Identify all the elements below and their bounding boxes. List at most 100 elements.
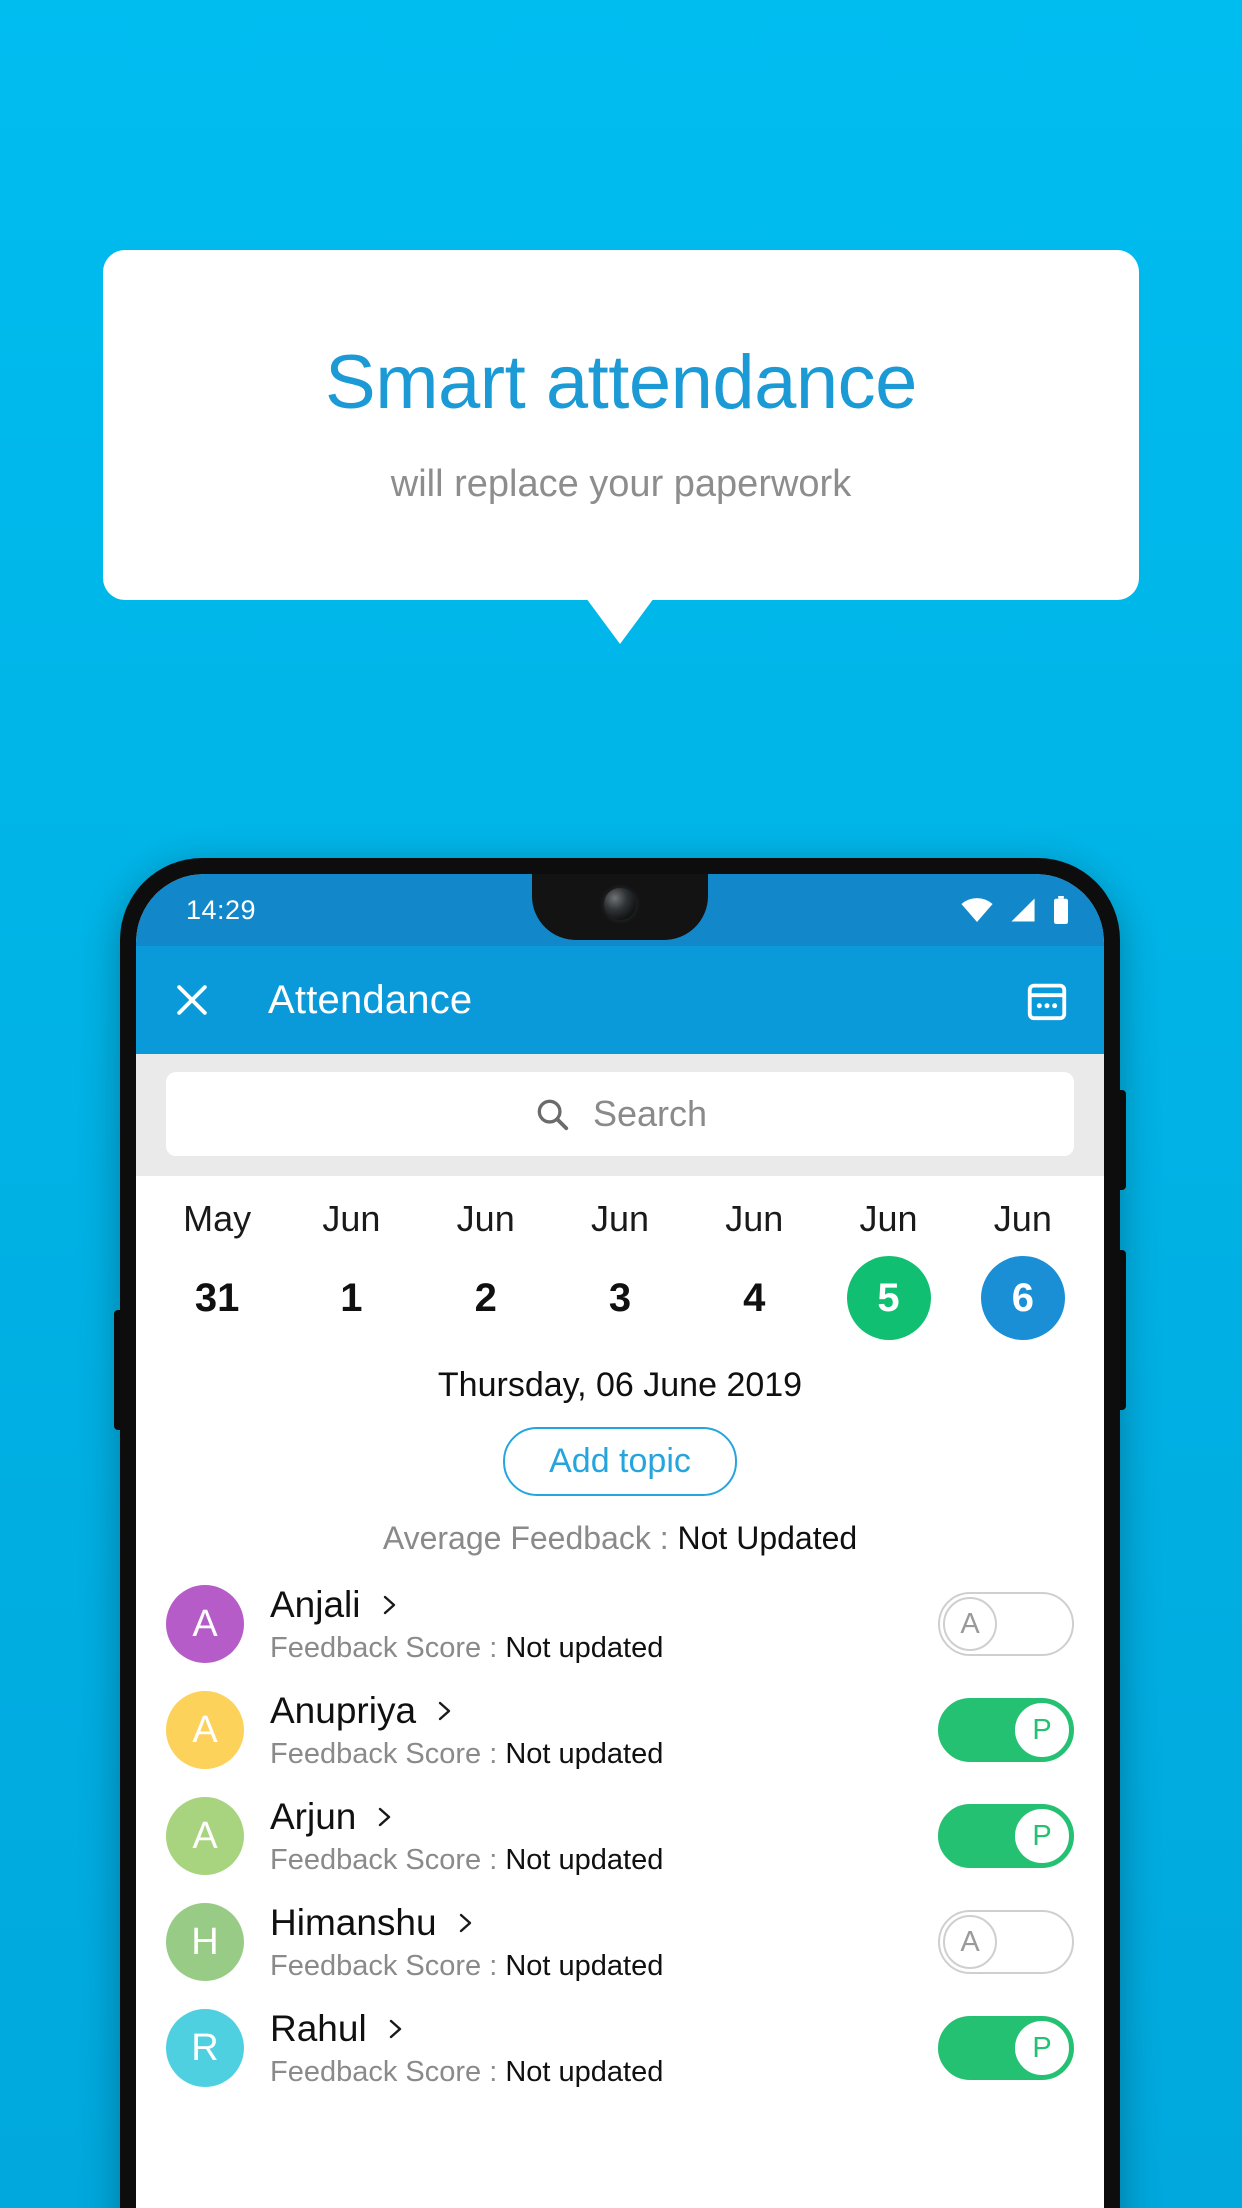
- date-day-chip[interactable]: 3: [578, 1256, 662, 1340]
- phone-screen: 14:29 Attendance Search May 31 Jun 1 Jun…: [136, 874, 1104, 2208]
- student-feedback-label: Feedback Score :: [270, 1631, 506, 1664]
- average-feedback-value: Not Updated: [677, 1520, 858, 1556]
- date-cell[interactable]: Jun 4: [687, 1198, 821, 1340]
- date-day-chip[interactable]: 31: [175, 1256, 259, 1340]
- avatar: R: [166, 2009, 244, 2087]
- student-name: Himanshu: [270, 1901, 437, 1943]
- status-bar-icons: [960, 896, 1070, 924]
- student-feedback-value: Not updated: [505, 1631, 664, 1664]
- student-feedback-value: Not updated: [505, 1843, 664, 1876]
- student-feedback: Feedback Score : Not updated: [270, 1950, 938, 1983]
- attendance-toggle-knob: A: [943, 1597, 997, 1651]
- student-name-line[interactable]: Rahul: [270, 2008, 938, 2050]
- student-info: Anjali Feedback Score : Not updated: [270, 1584, 938, 1665]
- date-day-chip[interactable]: 1: [309, 1256, 393, 1340]
- date-cell[interactable]: Jun 1: [284, 1198, 418, 1340]
- date-strip: May 31 Jun 1 Jun 2 Jun 3 Jun 4 Jun 5 Jun 6: [136, 1176, 1104, 1348]
- attendance-toggle-knob: P: [1015, 1703, 1069, 1757]
- student-info: Arjun Feedback Score : Not updated: [270, 1796, 938, 1877]
- student-name: Rahul: [270, 2007, 367, 2049]
- date-cell[interactable]: Jun 3: [553, 1198, 687, 1340]
- student-feedback-label: Feedback Score :: [270, 1949, 506, 1982]
- app-bar: Attendance: [136, 946, 1104, 1054]
- date-month-label: Jun: [993, 1198, 1052, 1239]
- date-month-label: Jun: [322, 1198, 381, 1239]
- add-topic-row: Add topic: [136, 1427, 1104, 1496]
- attendance-toggle-knob: P: [1015, 1809, 1069, 1863]
- student-row[interactable]: A Arjun Feedback Score : Not updated P: [136, 1783, 1104, 1889]
- close-icon[interactable]: [170, 978, 214, 1022]
- date-month-label: Jun: [456, 1198, 515, 1239]
- date-cell[interactable]: May 31: [150, 1198, 284, 1340]
- student-name-line[interactable]: Anjali: [270, 1584, 938, 1626]
- average-feedback: Average Feedback : Not Updated: [136, 1520, 1104, 1557]
- student-row[interactable]: R Rahul Feedback Score : Not updated P: [136, 1995, 1104, 2101]
- student-row[interactable]: H Himanshu Feedback Score : Not updated A: [136, 1889, 1104, 1995]
- student-name-line[interactable]: Arjun: [270, 1796, 938, 1838]
- date-cell[interactable]: Jun 6: [956, 1198, 1090, 1340]
- avatar: A: [166, 1691, 244, 1769]
- student-feedback: Feedback Score : Not updated: [270, 1844, 938, 1877]
- promo-speech-bubble: Smart attendance will replace your paper…: [103, 250, 1139, 600]
- avatar: A: [166, 1585, 244, 1663]
- add-topic-button[interactable]: Add topic: [503, 1427, 737, 1496]
- promo-headline: Smart attendance: [325, 339, 917, 425]
- student-row[interactable]: A Anupriya Feedback Score : Not updated P: [136, 1677, 1104, 1783]
- student-feedback: Feedback Score : Not updated: [270, 1738, 938, 1771]
- student-info: Himanshu Feedback Score : Not updated: [270, 1902, 938, 1983]
- date-month-label: May: [183, 1198, 252, 1239]
- student-name: Arjun: [270, 1795, 357, 1837]
- status-bar-time: 14:29: [186, 894, 257, 925]
- wifi-icon: [961, 898, 993, 923]
- chevron-right-icon[interactable]: [453, 1911, 477, 1935]
- chevron-right-icon[interactable]: [383, 2017, 407, 2041]
- search-icon: [537, 1099, 569, 1131]
- date-month-label: Jun: [590, 1198, 649, 1239]
- phone-notch: [532, 874, 708, 940]
- date-month-label: Jun: [725, 1198, 784, 1239]
- avatar: H: [166, 1903, 244, 1981]
- attendance-toggle-knob: A: [943, 1915, 997, 1969]
- promo-bubble-tail: [586, 598, 654, 644]
- attendance-toggle[interactable]: P: [938, 1698, 1074, 1762]
- promo-subtitle: will replace your paperwork: [390, 462, 852, 505]
- student-feedback-value: Not updated: [505, 1949, 664, 1982]
- student-name: Anupriya: [270, 1689, 417, 1731]
- date-month-label: Jun: [859, 1198, 918, 1239]
- avatar: A: [166, 1797, 244, 1875]
- chevron-right-icon[interactable]: [372, 1805, 396, 1829]
- attendance-toggle[interactable]: P: [938, 2016, 1074, 2080]
- search-area: Search: [136, 1054, 1104, 1176]
- date-day-chip[interactable]: 4: [712, 1256, 796, 1340]
- battery-icon: [1054, 896, 1068, 924]
- attendance-toggle[interactable]: A: [938, 1592, 1074, 1656]
- student-feedback-label: Feedback Score :: [270, 1843, 506, 1876]
- student-feedback: Feedback Score : Not updated: [270, 2056, 938, 2089]
- phone-device-frame: 14:29 Attendance Search May 31 Jun 1 Jun…: [120, 858, 1120, 2208]
- student-list: A Anjali Feedback Score : Not updated A A Anu…: [136, 1571, 1104, 2101]
- search-input[interactable]: Search: [166, 1072, 1074, 1156]
- student-feedback: Feedback Score : Not updated: [270, 1632, 938, 1665]
- student-row[interactable]: A Anjali Feedback Score : Not updated A: [136, 1571, 1104, 1677]
- chevron-right-icon[interactable]: [432, 1699, 456, 1723]
- date-cell[interactable]: Jun 2: [419, 1198, 553, 1340]
- date-day-chip[interactable]: 6: [980, 1256, 1065, 1340]
- selected-date-label: Thursday, 06 June 2019: [437, 1366, 803, 1404]
- chevron-right-icon[interactable]: [377, 1593, 401, 1617]
- page-title: Attendance: [268, 977, 473, 1022]
- date-cell[interactable]: Jun 5: [821, 1198, 955, 1340]
- student-name-line[interactable]: Anupriya: [270, 1690, 938, 1732]
- student-feedback-value: Not updated: [505, 1737, 664, 1770]
- attendance-toggle-knob: P: [1015, 2021, 1069, 2075]
- attendance-toggle[interactable]: P: [938, 1804, 1074, 1868]
- date-day-chip[interactable]: 2: [444, 1256, 528, 1340]
- front-camera-icon: [604, 888, 636, 920]
- signal-icon: [1011, 898, 1035, 922]
- search-placeholder: Search: [592, 1093, 708, 1134]
- date-day-chip[interactable]: 5: [846, 1256, 931, 1340]
- student-info: Rahul Feedback Score : Not updated: [270, 2008, 938, 2089]
- student-feedback-label: Feedback Score :: [270, 1737, 506, 1770]
- calendar-icon[interactable]: [1024, 977, 1070, 1023]
- attendance-toggle[interactable]: A: [938, 1910, 1074, 1974]
- student-name-line[interactable]: Himanshu: [270, 1902, 938, 1944]
